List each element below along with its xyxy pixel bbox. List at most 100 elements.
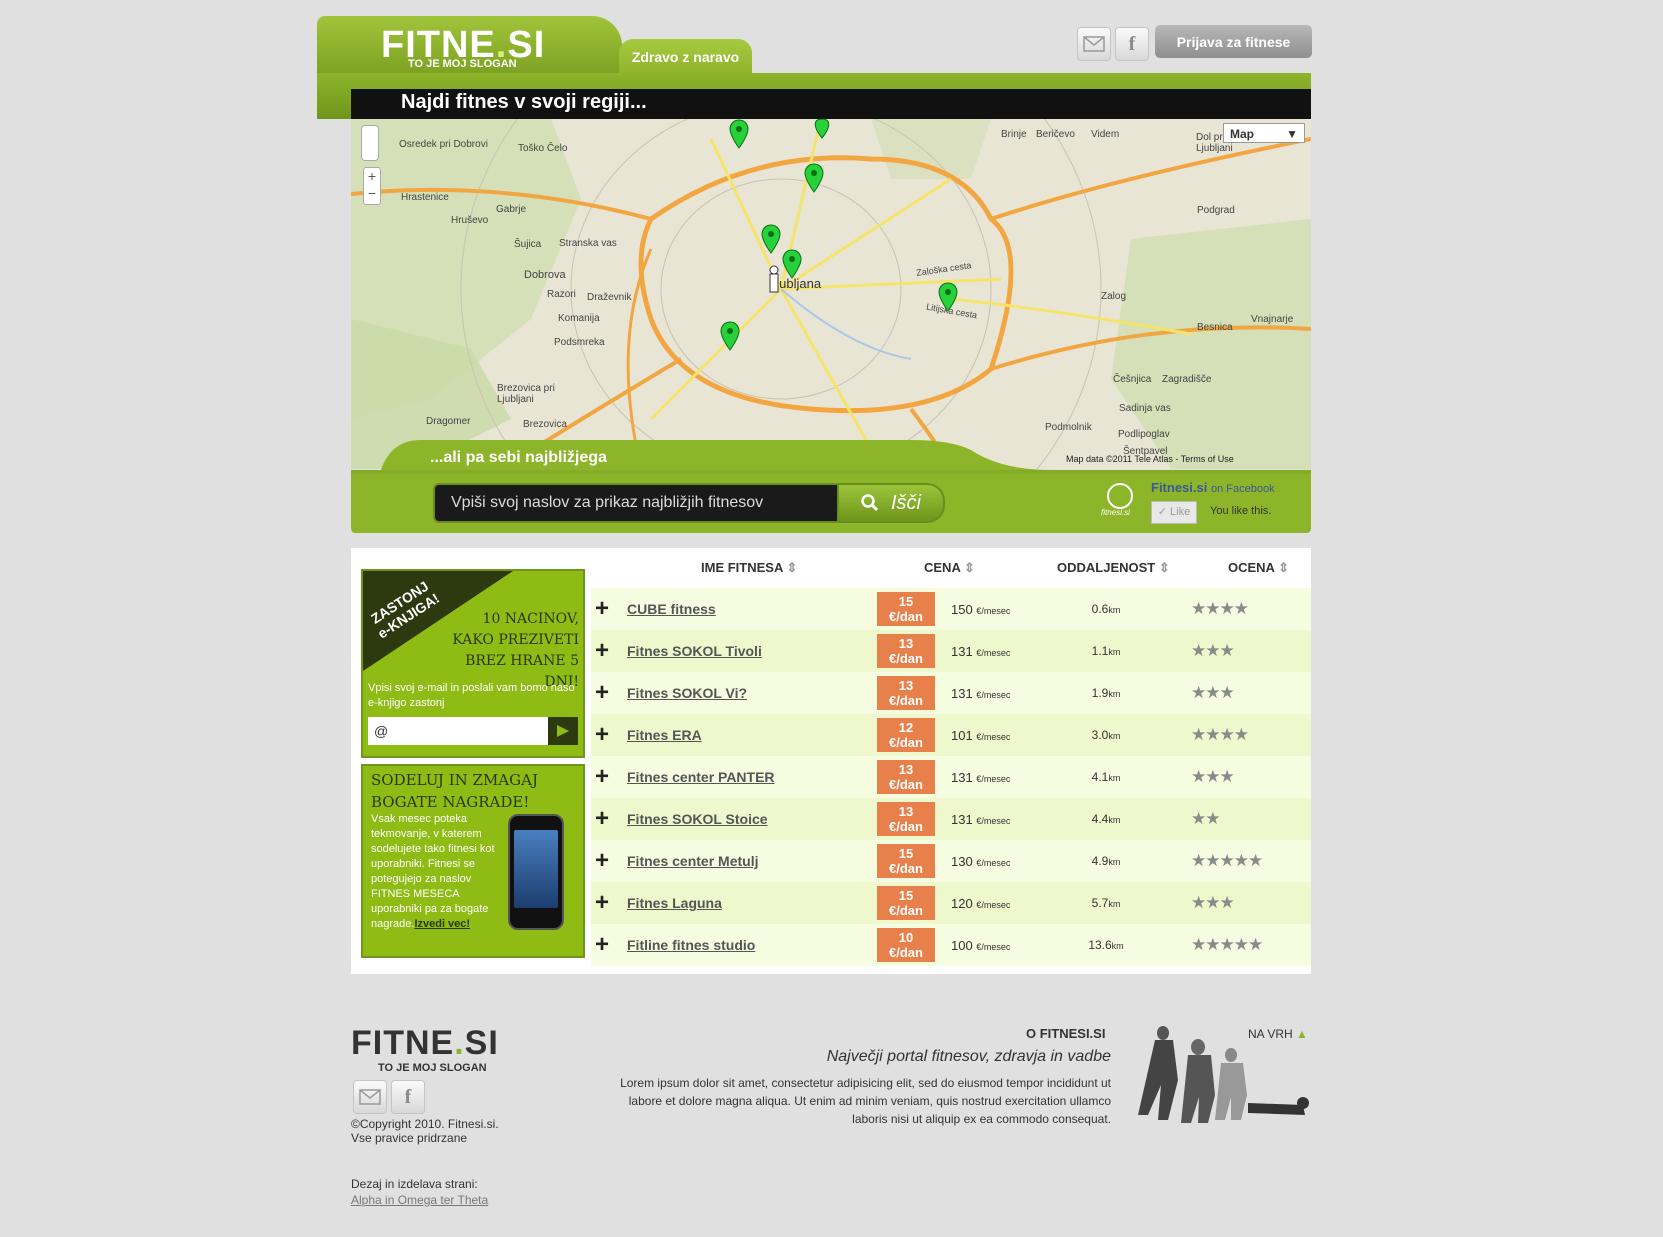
login-button[interactable]: Prijava za fitnese [1155,25,1312,58]
map-place-label: Podsmreka [554,337,605,348]
expand-plus-icon[interactable]: + [595,805,617,833]
table-row[interactable]: + CUBE fitness 15 €/dan 150 €/mesec 0.6km ★★★… [591,588,1311,630]
contest-link[interactable]: Izvedi vec! [414,918,470,930]
map-place-label: Hruševo [451,215,489,226]
table-row[interactable]: + Fitnes SOKOL Stoice 13 €/dan 131 €/mesec 4… [591,798,1311,840]
expand-plus-icon[interactable]: + [595,889,617,917]
rating-stars-icon: ★★★ [1191,683,1235,702]
rating-stars-icon: ★★★★★ [1191,851,1263,870]
about-subtitle: Največji portal fitnesov, zdravja in vad… [826,1048,1111,1065]
rating-stars-icon: ★★★ [1191,641,1235,660]
distance-value: 1.1km [1091,644,1121,658]
table-row[interactable]: + Fitline fitnes studio 10 €/dan 100 €/mese… [591,924,1311,966]
footer-design-link[interactable]: Alpha in Omega ter Theta [351,1193,488,1207]
table-row[interactable]: + Fitnes SOKOL Tivoli 13 €/dan 131 €/mesec 1… [591,630,1311,672]
back-to-top-link[interactable]: NA VRH ▲ [1248,1027,1308,1041]
fitness-name-link[interactable]: Fitnes center PANTER [627,769,877,785]
col-header-name[interactable]: IME FITNESA ⇕ [701,560,797,576]
distance-value: 4.9km [1091,854,1121,868]
map-marker-icon[interactable] [937,282,959,317]
search-input[interactable]: Vpiši svoj naslov za prikaz najbližjih f… [433,483,847,523]
map-marker-icon[interactable] [781,249,803,284]
table-row[interactable]: + Fitnes Laguna 15 €/dan 120 €/mesec 5.7km ★… [591,882,1311,924]
map-place-label: Sadinja vas [1119,403,1171,414]
street-view-pegman-icon[interactable] [361,125,379,161]
map-place-label: Razori [547,289,576,300]
contest-promo: SODELUJ IN ZMAGAJ BOGATE NAGRADE! Vsak m… [361,764,585,958]
distance-value: 4.1km [1091,770,1121,784]
search-icon [861,494,879,512]
map-marker-icon[interactable] [760,224,782,259]
expand-plus-icon[interactable]: + [595,931,617,959]
daily-price-badge: 13 €/dan [877,760,935,794]
map-marker-icon[interactable] [728,119,750,154]
col-header-rating[interactable]: OCENA ⇕ [1228,560,1289,576]
fitness-name-link[interactable]: CUBE fitness [627,601,877,617]
map-title: Najdi fitnes v svoji regiji... [401,91,647,113]
fitness-name-link[interactable]: Fitnes SOKOL Vi? [627,685,877,701]
map-place-label: Videm [1091,129,1120,140]
map-place-label: Zalog [1101,291,1127,302]
fitness-name-link[interactable]: Fitnes SOKOL Stoice [627,811,877,827]
footer-envelope-icon[interactable] [353,1080,387,1114]
up-arrow-icon: ▲ [1296,1027,1308,1041]
expand-plus-icon[interactable]: + [595,847,617,875]
footer-facebook-icon[interactable]: f [391,1080,425,1114]
expand-plus-icon[interactable]: + [595,763,617,791]
rating-stars-icon: ★★★★ [1191,599,1249,618]
map-type-select[interactable]: Map ▼ [1223,123,1305,143]
rating-stars-icon: ★★ [1191,809,1221,828]
footer-logo[interactable]: FITNE.SI [351,1024,499,1063]
map-marker-icon[interactable] [803,163,825,198]
map-place-label: Podmolnik [1045,422,1092,433]
fitness-table: + CUBE fitness 15 €/dan 150 €/mesec 0.6km ★★★… [591,588,1311,966]
ebook-description: Vpisi svoj e-mail in poslali vam bomo na… [368,682,575,709]
expand-plus-icon[interactable]: + [595,637,617,665]
daily-price-badge: 10 €/dan [877,928,935,962]
fitness-name-link[interactable]: Fitnes SOKOL Tivoli [627,643,877,659]
zoom-control[interactable]: + − [363,167,381,205]
monthly-price: 131 €/mesec [951,685,1011,701]
monthly-price: 120 €/mesec [951,895,1011,911]
map-place-label: Češnjica [1113,374,1152,385]
map-marker-icon[interactable] [811,119,833,144]
envelope-icon[interactable] [1077,27,1111,61]
fitness-name-link[interactable]: Fitnes center Metulj [627,853,877,869]
fb-page-link[interactable]: Fitnesi.si on Facebook [1151,480,1275,495]
search-button[interactable]: Išči [837,483,945,523]
site-slogan: TO JE MOJ SLOGAN [408,58,517,70]
fb-like-text: You like this. [1210,505,1272,517]
col-header-price[interactable]: CENA ⇕ [924,560,975,576]
rating-stars-icon: ★★★★★ [1191,935,1263,954]
footer-slogan: TO JE MOJ SLOGAN [378,1062,487,1074]
ebook-email-input[interactable]: @ [368,717,548,745]
expand-plus-icon[interactable]: + [595,679,617,707]
fb-like-button[interactable]: ✓ Like [1151,501,1197,524]
monthly-price: 130 €/mesec [951,853,1011,869]
facebook-icon[interactable]: f [1115,27,1149,61]
table-row[interactable]: + Fitnes SOKOL Vi? 13 €/dan 131 €/mesec 1.9k… [591,672,1311,714]
expand-plus-icon[interactable]: + [595,595,617,623]
rating-stars-icon: ★★★ [1191,767,1235,786]
map-place-label: Podgrad [1197,205,1235,216]
ebook-submit-button[interactable] [548,717,578,745]
ebook-promo: ZASTONJ e-KNJIGA! 10 NACINOV, KAKO PREZIV… [361,569,585,758]
fitness-name-link[interactable]: Fitnes Laguna [627,895,877,911]
about-title: O FITNESI.SI [1026,1026,1106,1041]
map-place-label: Gabrje [496,204,527,215]
map-place-label: Zagradišče [1162,374,1212,385]
table-row[interactable]: + Fitnes ERA 12 €/dan 101 €/mesec 3.0km ★★★★ [591,714,1311,756]
daily-price-badge: 13 €/dan [877,802,935,836]
distance-value: 4.4km [1091,812,1121,826]
table-row[interactable]: + Fitnes center PANTER 13 €/dan 131 €/mesec… [591,756,1311,798]
fitness-name-link[interactable]: Fitline fitnes studio [627,937,877,953]
map-place-label: Podlipoglav [1118,429,1170,440]
contest-headline: SODELUJ IN ZMAGAJ BOGATE NAGRADE! [371,771,538,811]
table-row[interactable]: + Fitnes center Metulj 15 €/dan 130 €/mesec… [591,840,1311,882]
expand-plus-icon[interactable]: + [595,721,617,749]
map-canvas[interactable]: Ljubljana Osredek pri Dobrovi Toško Čelo… [351,119,1311,469]
fitness-name-link[interactable]: Fitnes ERA [627,727,877,743]
col-header-distance[interactable]: ODDALJENOST ⇕ [1057,560,1170,576]
map-marker-icon[interactable] [719,321,741,356]
monthly-price: 150 €/mesec [951,601,1011,617]
